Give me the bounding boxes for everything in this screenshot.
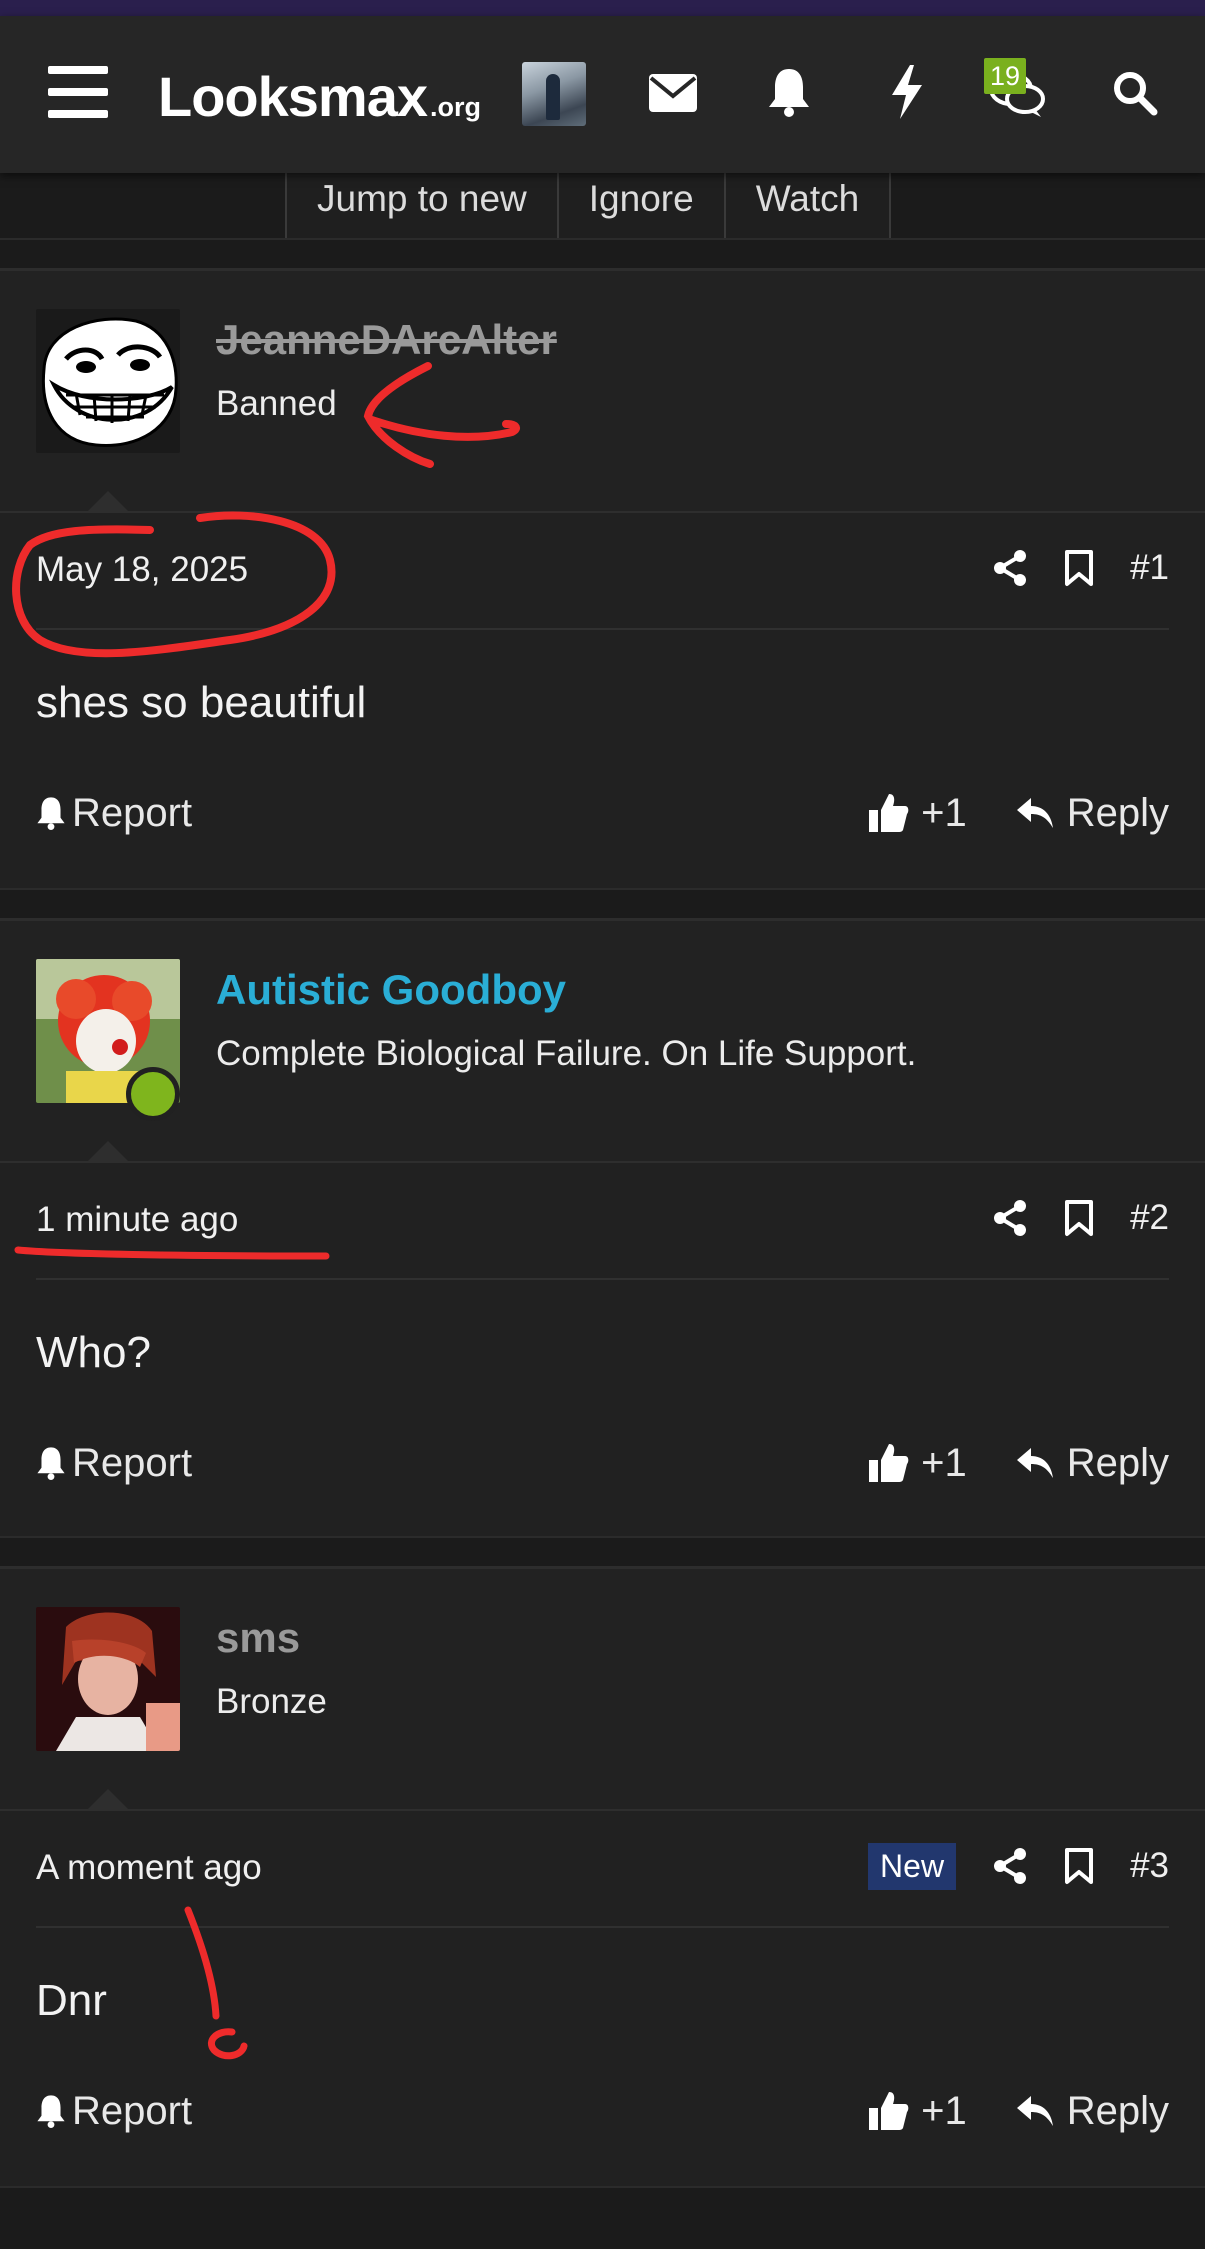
post-body: shes so beautiful bbox=[36, 678, 367, 727]
like-label: +1 bbox=[921, 790, 967, 835]
like-button[interactable]: +1 bbox=[867, 791, 967, 836]
logo-suffix: .org bbox=[430, 92, 481, 122]
reply-button[interactable]: Reply bbox=[1015, 2089, 1169, 2134]
post-spacer bbox=[0, 238, 1205, 270]
post-meta: A moment ago New #3 bbox=[0, 1806, 1205, 1928]
trollface-avatar-image bbox=[36, 309, 180, 453]
top-accent-strip bbox=[0, 0, 1205, 16]
avatar[interactable] bbox=[36, 309, 180, 453]
thumbs-up-icon bbox=[869, 1444, 909, 1482]
bell-icon bbox=[37, 797, 65, 830]
like-button[interactable]: +1 bbox=[867, 1441, 967, 1486]
post-user-block: Autistic Goodboy Complete Biological Fai… bbox=[0, 918, 1205, 1163]
thumbs-up-icon bbox=[869, 2092, 909, 2130]
share-icon[interactable] bbox=[992, 1847, 1028, 1885]
report-button[interactable]: Report bbox=[36, 1441, 192, 1486]
post-footer: Report +1 Reply bbox=[36, 2076, 1169, 2146]
report-label: Report bbox=[72, 2088, 193, 2133]
post-user-block: JeanneDArcAlter Banned bbox=[0, 268, 1205, 513]
menu-button[interactable] bbox=[46, 62, 110, 122]
post-date[interactable]: 1 minute ago bbox=[36, 1200, 238, 1240]
post: Autistic Goodboy Complete Biological Fai… bbox=[0, 918, 1205, 1536]
post: JeanneDArcAlter Banned May 18, 2025 #1 s… bbox=[0, 268, 1205, 888]
report-button[interactable]: Report bbox=[36, 791, 192, 836]
user-title: Banned bbox=[216, 384, 337, 423]
post-user-block: sms Bronze bbox=[0, 1566, 1205, 1811]
post-footer: Report +1 Reply bbox=[36, 778, 1169, 848]
whats-new-button[interactable] bbox=[878, 60, 936, 124]
report-button[interactable]: Report bbox=[36, 2089, 192, 2134]
like-label: +1 bbox=[921, 1440, 967, 1485]
share-icon[interactable] bbox=[992, 549, 1028, 587]
report-label: Report bbox=[72, 790, 193, 835]
site-logo[interactable]: Looksmax .org bbox=[158, 64, 481, 134]
reply-icon bbox=[1016, 2096, 1053, 2126]
alerts-button[interactable] bbox=[759, 60, 819, 124]
search-button[interactable] bbox=[1106, 64, 1164, 122]
search-icon bbox=[1114, 72, 1158, 116]
user-title: Bronze bbox=[216, 1682, 327, 1721]
top-navbar: Looksmax .org 19 bbox=[0, 16, 1205, 173]
user-title: Complete Biological Failure. On Life Sup… bbox=[216, 1034, 917, 1073]
bookmark-icon[interactable] bbox=[1064, 1199, 1094, 1237]
account-avatar[interactable] bbox=[522, 62, 586, 126]
reply-button[interactable]: Reply bbox=[1015, 1441, 1169, 1486]
bookmark-icon[interactable] bbox=[1064, 1847, 1094, 1885]
avatar[interactable] bbox=[36, 1607, 180, 1751]
inbox-button[interactable] bbox=[644, 64, 702, 122]
post-footer: Report +1 Reply bbox=[36, 1428, 1169, 1498]
thumbs-up-icon bbox=[869, 794, 909, 832]
envelope-icon bbox=[649, 74, 697, 112]
reply-label: Reply bbox=[1066, 2088, 1169, 2133]
anime-avatar-image bbox=[36, 1607, 180, 1751]
bolt-icon bbox=[892, 65, 922, 119]
logo-main: Looksmax bbox=[158, 65, 428, 128]
reply-icon bbox=[1016, 1448, 1053, 1478]
post-spacer bbox=[0, 2186, 1205, 2249]
post-meta: May 18, 2025 #1 bbox=[0, 508, 1205, 630]
reply-label: Reply bbox=[1066, 790, 1169, 835]
share-icon[interactable] bbox=[992, 1199, 1028, 1237]
like-label: +1 bbox=[921, 2088, 967, 2133]
post-author[interactable]: Autistic Goodboy bbox=[216, 966, 566, 1014]
post-number[interactable]: #2 bbox=[1130, 1198, 1169, 1238]
post: sms Bronze A moment ago New #3 Dnr Repor… bbox=[0, 1566, 1205, 2186]
bell-icon bbox=[769, 69, 809, 117]
online-status-indicator bbox=[126, 1067, 180, 1121]
post-number[interactable]: #3 bbox=[1130, 1846, 1169, 1886]
post-author-banned[interactable]: JeanneDArcAlter bbox=[216, 316, 557, 364]
conversations-count-badge: 19 bbox=[984, 58, 1026, 94]
post-body: Who? bbox=[36, 1328, 151, 1377]
post-date[interactable]: A moment ago bbox=[36, 1848, 262, 1888]
post-body: Dnr bbox=[36, 1976, 107, 2025]
post-meta: 1 minute ago #2 bbox=[0, 1158, 1205, 1280]
reply-button[interactable]: Reply bbox=[1015, 791, 1169, 836]
post-author[interactable]: sms bbox=[216, 1614, 300, 1662]
reply-label: Reply bbox=[1066, 1440, 1169, 1485]
post-number[interactable]: #1 bbox=[1130, 548, 1169, 588]
post-date[interactable]: May 18, 2025 bbox=[36, 550, 248, 590]
reply-icon bbox=[1016, 798, 1053, 828]
new-badge: New bbox=[868, 1842, 957, 1890]
report-label: Report bbox=[72, 1440, 193, 1485]
bookmark-icon[interactable] bbox=[1064, 549, 1094, 587]
bell-icon bbox=[37, 1447, 65, 1480]
menu-icon bbox=[48, 66, 108, 118]
bell-icon bbox=[37, 2095, 65, 2128]
like-button[interactable]: +1 bbox=[867, 2089, 967, 2134]
